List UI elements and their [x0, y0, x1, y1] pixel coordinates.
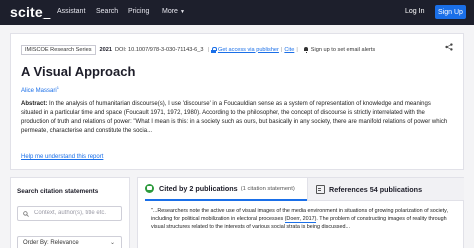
nav-search[interactable]: Search — [96, 8, 118, 15]
author-affiliation-marker: 1 — [56, 85, 59, 90]
help-link[interactable]: Help me understand this report — [21, 154, 103, 160]
divider: | — [280, 46, 283, 53]
nav-more[interactable]: More ▼ — [162, 8, 185, 15]
citations-panel: Cited by 2 publications (1 citation stat… — [137, 177, 464, 248]
article-card: IMISCOE Research Series 2021 DOI: 10.100… — [10, 33, 464, 170]
get-access-link[interactable]: Get access via publisher — [218, 47, 279, 53]
login-link[interactable]: Log In — [405, 8, 424, 15]
abstract: Abstract: In the analysis of humanitaria… — [21, 100, 453, 136]
citation-excerpt: "...Researchers note the active use of v… — [151, 207, 451, 231]
series-badge: IMISCOE Research Series — [21, 44, 96, 55]
abstract-text: In the analysis of humanitarian discours… — [21, 101, 448, 134]
nav-more-label: More — [162, 8, 178, 15]
nav-pricing[interactable]: Pricing — [128, 8, 149, 15]
quote-icon — [145, 184, 154, 193]
references-icon — [316, 185, 325, 194]
abstract-label: Abstract: — [21, 101, 48, 107]
divider: | — [207, 46, 209, 53]
scite-logo[interactable]: scite_ — [10, 4, 51, 20]
citation-search-input[interactable] — [34, 210, 119, 216]
tab-cited-by[interactable]: Cited by 2 publications (1 citation stat… — [145, 178, 307, 201]
search-icon — [23, 211, 29, 217]
author-link[interactable]: Alice Massari1 — [21, 85, 59, 94]
article-meta: IMISCOE Research Series 2021 DOI: 10.100… — [21, 44, 375, 55]
publication-year: 2021 — [99, 46, 112, 53]
top-nav-bar: scite_ Assistant Search Pricing More ▼ Lo… — [0, 0, 474, 25]
references-label: References 54 publications — [329, 184, 423, 194]
cited-by-label: Cited by 2 publications — [159, 184, 238, 193]
lock-icon — [210, 46, 217, 53]
sidebar-title: Search citation statements — [17, 188, 99, 195]
cite-link[interactable]: Cite — [284, 47, 294, 53]
author-name: Alice Massari — [21, 88, 57, 94]
logo-underscore: _ — [42, 4, 51, 20]
share-icon[interactable] — [445, 43, 453, 51]
excerpt-citation[interactable]: (Doerr, 2017) — [284, 216, 317, 223]
chevron-down-icon: ▼ — [179, 9, 185, 15]
tab-references[interactable]: References 54 publications — [307, 178, 464, 201]
doi-text: DOI: 10.1007/978-3-030-71143-6_3 — [114, 46, 204, 53]
chevron-down-icon: ⌄ — [109, 240, 115, 246]
article-title: A Visual Approach — [21, 64, 136, 79]
order-by-select[interactable]: Order By: Relevance ⌄ — [17, 236, 122, 248]
citation-search-field[interactable] — [17, 206, 122, 221]
divider: | — [296, 46, 298, 53]
logo-text: scite — [10, 4, 43, 20]
citation-search-sidebar: Search citation statements Order By: Rel… — [10, 177, 130, 248]
nav-assistant[interactable]: Assistant — [57, 8, 85, 15]
bell-icon[interactable] — [304, 46, 309, 53]
order-by-label: Order By: Relevance — [23, 240, 79, 246]
signup-button[interactable]: Sign Up — [435, 5, 466, 19]
citation-statement-count: (1 citation statement) — [240, 185, 295, 192]
email-alerts-link[interactable]: Sign up to set email alerts — [311, 47, 375, 53]
